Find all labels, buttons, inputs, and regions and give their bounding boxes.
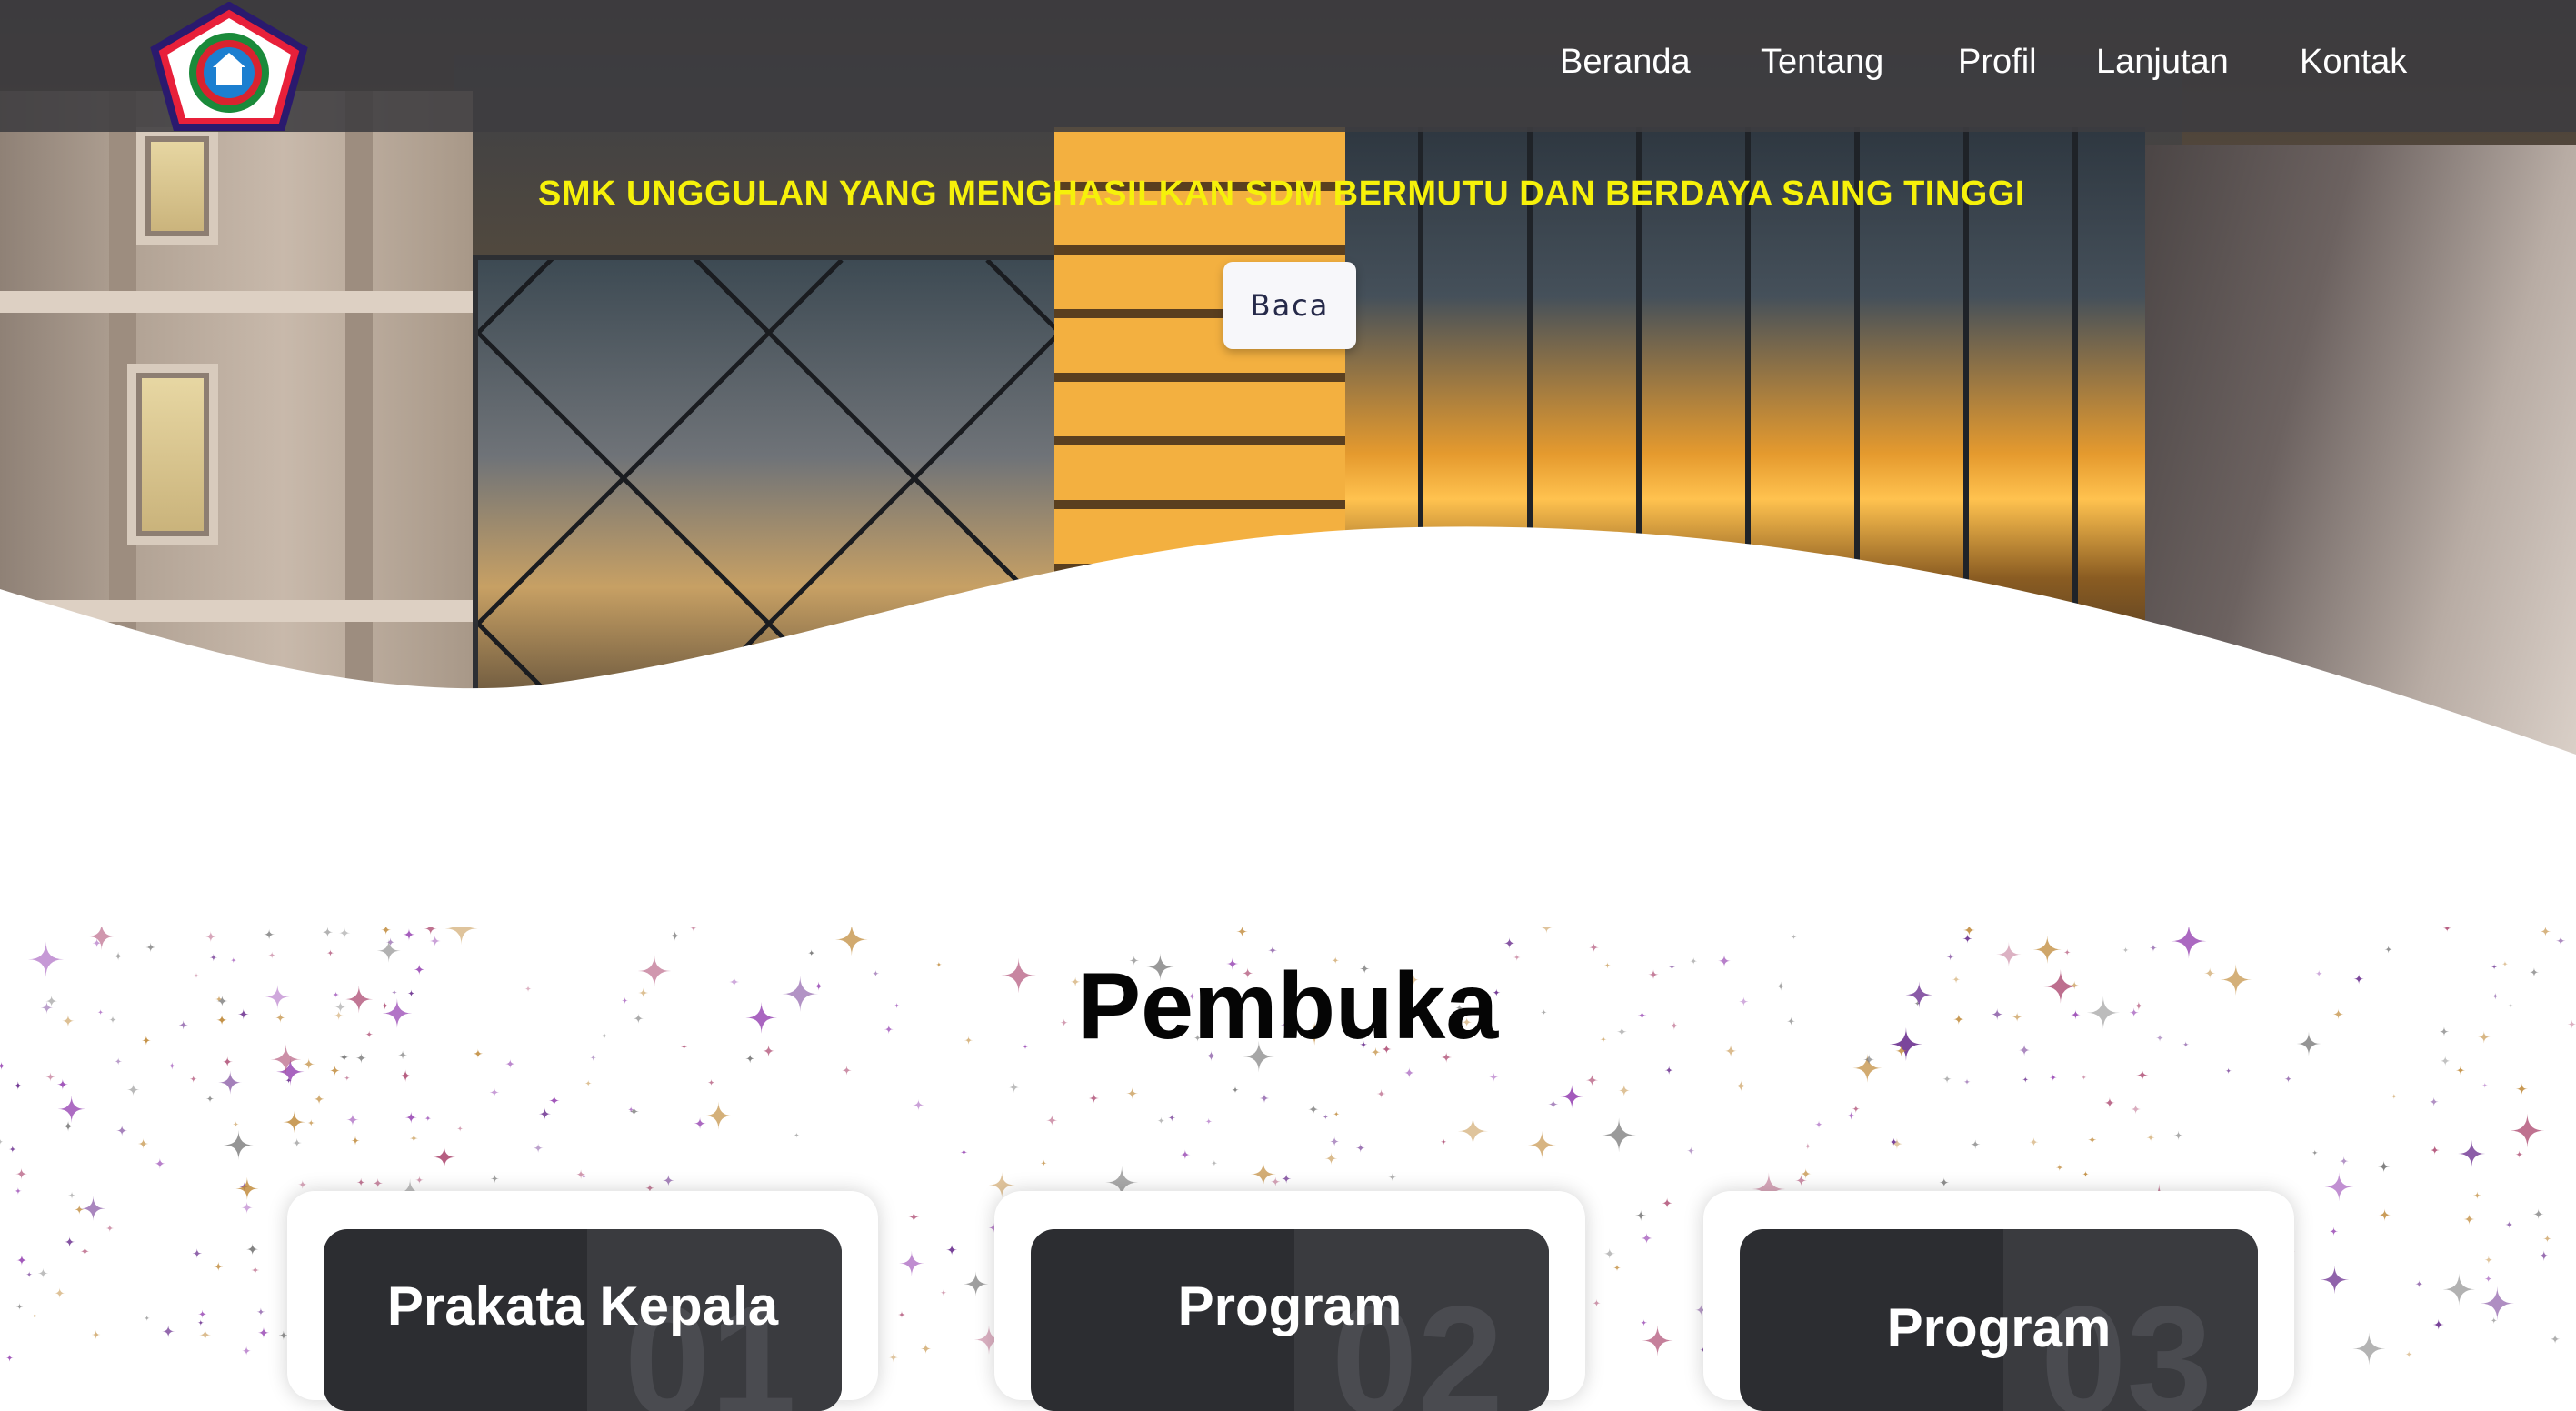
baca-button[interactable]: Baca — [1223, 262, 1356, 349]
nav-item-tentang[interactable]: Tentang — [1761, 40, 1883, 84]
card-prakata-kepala[interactable]: 01 Prakata Kepala — [287, 1191, 878, 1411]
nav-item-profil[interactable]: Profil — [1958, 40, 2037, 84]
nav-item-beranda[interactable]: Beranda — [1560, 40, 1691, 84]
card-inner: 01 Prakata Kepala — [324, 1229, 842, 1411]
card-inner: 03 Program — [1740, 1229, 2258, 1411]
card-inner: 02 Program — [1031, 1229, 1549, 1411]
nav-item-kontak[interactable]: Kontak — [2300, 40, 2407, 84]
nav-item-lanjutan[interactable]: Lanjutan — [2096, 40, 2229, 84]
school-logo-pentagon-icon[interactable] — [147, 2, 311, 131]
card-title: Program — [1177, 1276, 1403, 1336]
hero-tagline: SMK UNGGULAN YANG MENGHASILKAN SDM BERMU… — [538, 175, 2025, 213]
card-program-1[interactable]: 02 Program — [994, 1191, 1585, 1411]
card-title: Program — [1886, 1297, 2112, 1358]
hero-wave-divider — [0, 526, 2576, 764]
card-program-2[interactable]: 03 Program — [1703, 1191, 2294, 1411]
top-navbar: Beranda Tentang Profil Lanjutan Kontak — [0, 0, 2576, 132]
section-title: Pembuka — [1077, 954, 1499, 1059]
card-title: Prakata Kepala — [386, 1276, 779, 1336]
